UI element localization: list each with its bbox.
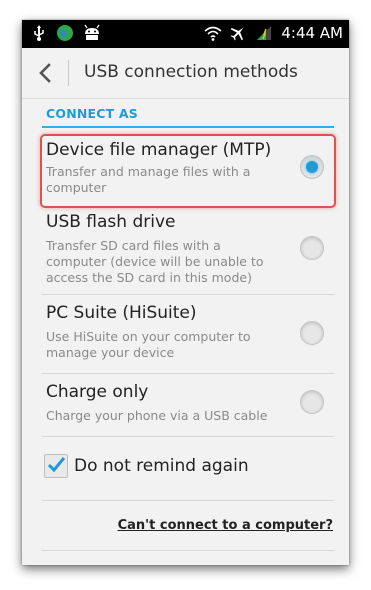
do-not-remind-row[interactable]: Do not remind again bbox=[42, 450, 334, 501]
divider bbox=[42, 550, 334, 551]
page-title: USB connection methods bbox=[84, 62, 298, 82]
action-bar-divider bbox=[68, 60, 69, 86]
action-bar: USB connection methods bbox=[22, 48, 349, 99]
divider bbox=[42, 500, 334, 501]
option-title: USB flash drive bbox=[46, 212, 176, 232]
option-pc-suite[interactable]: PC Suite (HiSuite) Use HiSuite on your c… bbox=[42, 295, 334, 374]
section-header: CONNECT AS bbox=[46, 106, 138, 121]
option-desc: Charge your phone via a USB cable bbox=[46, 408, 268, 423]
phone-screen: 4:44 AM USB connection methods CONNECT A… bbox=[22, 20, 349, 565]
selection-highlight bbox=[40, 134, 336, 208]
checkbox-checked[interactable] bbox=[44, 454, 68, 478]
section-divider bbox=[42, 126, 334, 128]
globe-icon bbox=[56, 24, 74, 42]
back-arrow-icon[interactable] bbox=[34, 61, 58, 85]
option-desc: Use HiSuite on your computer to manage y… bbox=[46, 329, 251, 360]
status-time: 4:44 AM bbox=[281, 24, 343, 42]
option-title: PC Suite (HiSuite) bbox=[46, 303, 197, 323]
radio-button[interactable] bbox=[300, 236, 324, 260]
usb-icon bbox=[30, 24, 48, 42]
option-charge-only[interactable]: Charge only Charge your phone via a USB … bbox=[42, 374, 334, 437]
radio-button[interactable] bbox=[300, 390, 324, 414]
divider bbox=[42, 436, 334, 437]
status-bar: 4:44 AM bbox=[22, 20, 349, 48]
battery-icon bbox=[255, 24, 273, 42]
checkmark-icon bbox=[47, 457, 66, 473]
radio-button[interactable] bbox=[300, 321, 324, 345]
option-desc: Transfer SD card files with a computer (… bbox=[46, 238, 264, 285]
do-not-remind-label: Do not remind again bbox=[74, 456, 249, 476]
android-icon bbox=[82, 24, 100, 42]
wifi-icon bbox=[203, 24, 222, 42]
airplane-icon bbox=[229, 24, 247, 42]
option-title: Charge only bbox=[46, 382, 149, 402]
help-link[interactable]: Can't connect to a computer? bbox=[118, 518, 333, 533]
option-usb-flash-drive[interactable]: USB flash drive Transfer SD card files w… bbox=[42, 208, 334, 295]
